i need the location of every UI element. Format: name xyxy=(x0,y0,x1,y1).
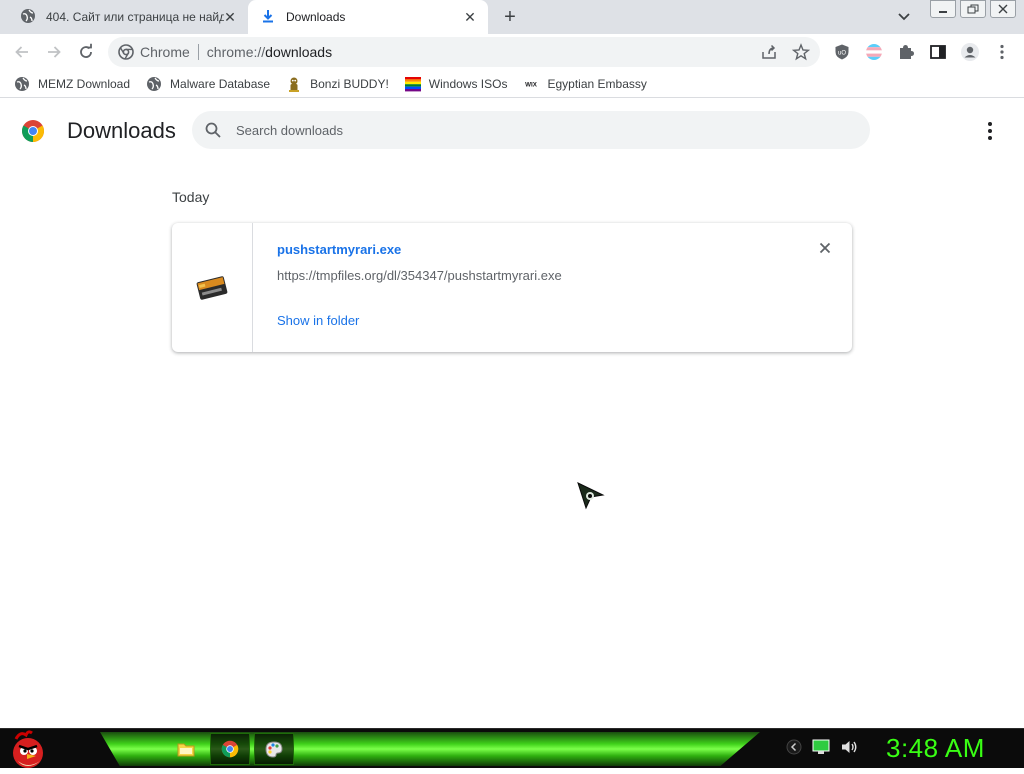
bookmark-label: Windows ISOs xyxy=(428,76,508,91)
download-icon xyxy=(260,8,276,27)
scheme-label: Chrome xyxy=(140,44,190,60)
tab-title: 404. Сайт или страница не найдены xyxy=(46,10,224,24)
svg-text:uO: uO xyxy=(838,51,846,57)
mouse-cursor-icon xyxy=(576,481,606,511)
download-item: pushstartmyrari.exe https://tmpfiles.org… xyxy=(172,223,852,352)
bookmark-malware-database[interactable]: Malware Database xyxy=(146,76,270,92)
file-icon-column xyxy=(172,223,253,352)
rainbow-flag-icon xyxy=(404,76,421,92)
downloads-page: Downloads Today pushstartmyrari.exe http… xyxy=(0,98,1024,728)
extensions-button[interactable] xyxy=(894,40,918,64)
globe-icon xyxy=(20,8,36,27)
address-bar[interactable]: Chrome chrome://downloads xyxy=(108,37,820,67)
tab-downloads[interactable]: Downloads ✕ xyxy=(248,0,488,34)
browser-toolbar: Chrome chrome://downloads uO xyxy=(0,34,1024,70)
download-source-url[interactable]: https://tmpfiles.org/dl/354347/pushstart… xyxy=(277,268,562,283)
bookmark-bonzi-buddy[interactable]: Bonzi BUDDY! xyxy=(286,76,389,92)
restore-button[interactable] xyxy=(960,0,986,18)
trans-flag-extension-button[interactable] xyxy=(862,40,886,64)
more-actions-button[interactable] xyxy=(980,120,1000,142)
site-info-chip[interactable]: Chrome xyxy=(118,44,190,60)
close-window-button[interactable] xyxy=(990,0,1016,18)
bookmark-memz-download[interactable]: MEMZ Download xyxy=(14,76,130,92)
star-icon[interactable] xyxy=(791,43,811,61)
volume-icon[interactable] xyxy=(840,739,858,755)
bookmarks-bar: MEMZ Download Malware Database Bonzi BUD… xyxy=(0,70,1024,98)
avatar-icon xyxy=(961,43,979,61)
tab-title: Downloads xyxy=(286,10,346,24)
arrow-right-icon xyxy=(48,46,61,58)
bookmark-label: Malware Database xyxy=(170,76,271,91)
taskbar-paint[interactable] xyxy=(254,733,294,765)
exe-file-icon xyxy=(196,275,228,300)
search-downloads-field[interactable] xyxy=(192,111,870,149)
search-input[interactable] xyxy=(236,122,836,138)
close-icon[interactable]: ✕ xyxy=(462,9,478,25)
bookmark-windows-isos[interactable]: Windows ISOs xyxy=(404,76,508,92)
downloads-header: Downloads xyxy=(0,98,1024,164)
page-title: Downloads xyxy=(67,118,176,143)
globe-icon xyxy=(14,76,30,92)
window-controls xyxy=(926,0,1016,18)
start-button[interactable] xyxy=(6,729,50,769)
angry-bird-icon xyxy=(13,730,43,768)
shield-icon: uO xyxy=(835,44,849,60)
ublock-extension-button[interactable]: uO xyxy=(830,40,854,64)
flag-circle-icon xyxy=(866,44,882,60)
wix-icon: WIX xyxy=(523,76,539,92)
url-prefix: chrome:// xyxy=(206,44,266,60)
taskbar-clock[interactable]: 3:48 AM xyxy=(886,733,985,764)
reload-icon xyxy=(80,43,92,58)
share-icon[interactable] xyxy=(760,43,778,61)
arrow-left-icon xyxy=(15,46,28,58)
tab-strip: 404. Сайт или страница не найдены ✕ Down… xyxy=(0,0,1024,34)
bookmark-egyptian-embassy[interactable]: WIX Egyptian Embassy xyxy=(523,76,647,92)
browser-menu-button[interactable] xyxy=(990,40,1014,64)
svg-text:WIX: WIX xyxy=(526,81,539,88)
profile-button[interactable] xyxy=(958,40,982,64)
bookmark-label: Egyptian Embassy xyxy=(547,76,647,91)
system-tray xyxy=(786,739,868,755)
tray-expand-icon[interactable] xyxy=(786,739,802,755)
back-button[interactable] xyxy=(10,40,34,64)
date-group-label: Today xyxy=(172,189,210,205)
more-vert-icon xyxy=(1000,44,1004,60)
new-tab-button[interactable]: + xyxy=(498,5,522,29)
tab-404[interactable]: 404. Сайт или страница не найдены ✕ xyxy=(8,0,248,34)
side-panel-icon xyxy=(930,45,946,59)
forward-button[interactable] xyxy=(42,40,66,64)
reload-button[interactable] xyxy=(74,40,98,64)
chrome-icon xyxy=(221,740,239,758)
globe-icon xyxy=(146,76,162,92)
bonzi-icon xyxy=(286,76,302,92)
chrome-icon xyxy=(118,44,134,60)
url-text: chrome://downloads xyxy=(207,44,332,60)
minimize-button[interactable] xyxy=(930,0,956,18)
close-icon xyxy=(819,242,831,254)
taskbar: 3:48 AM xyxy=(0,728,1024,768)
remove-download-button[interactable] xyxy=(817,240,833,256)
chevron-down-icon[interactable] xyxy=(893,8,915,26)
bookmark-label: Bonzi BUDDY! xyxy=(310,76,389,91)
omnibox-divider xyxy=(197,44,199,60)
network-monitor-icon[interactable] xyxy=(812,739,830,755)
download-file-name-link[interactable]: pushstartmyrari.exe xyxy=(277,242,401,257)
side-panel-button[interactable] xyxy=(926,40,950,64)
url-host: downloads xyxy=(265,44,333,60)
close-icon[interactable]: ✕ xyxy=(222,9,238,25)
bookmark-label: MEMZ Download xyxy=(38,76,131,91)
paint-palette-icon xyxy=(265,741,283,758)
chrome-logo-icon xyxy=(21,119,45,143)
puzzle-icon xyxy=(900,45,914,59)
search-icon xyxy=(205,122,221,138)
taskbar-file-explorer[interactable] xyxy=(166,733,206,765)
show-in-folder-link[interactable]: Show in folder xyxy=(277,313,359,328)
taskbar-chrome[interactable] xyxy=(210,733,250,765)
folder-icon xyxy=(177,743,195,757)
